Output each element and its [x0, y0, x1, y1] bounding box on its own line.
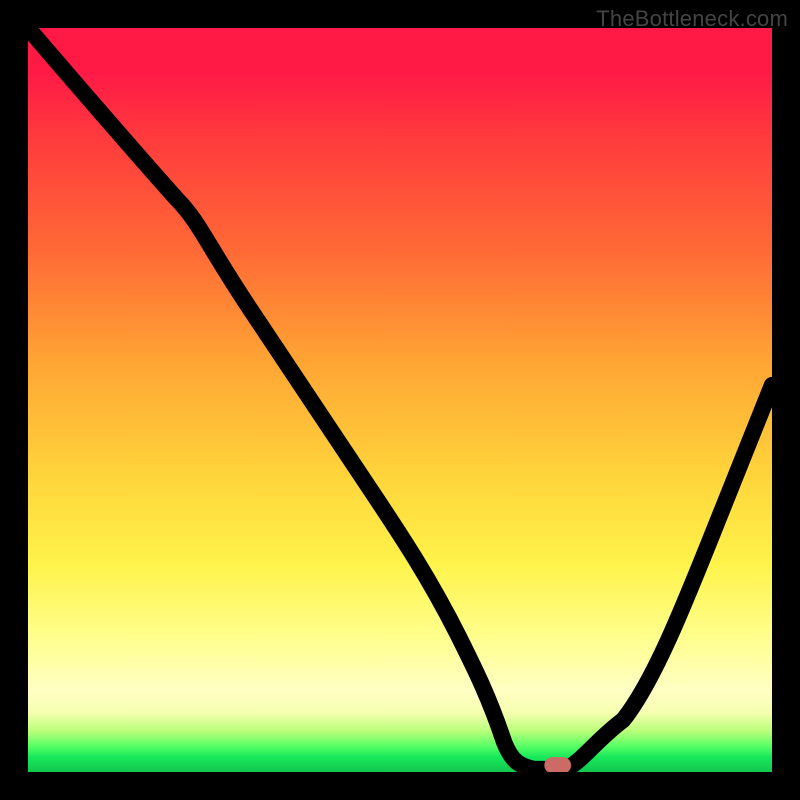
curve-path — [28, 28, 772, 769]
optimal-point-marker — [544, 757, 571, 772]
plot-area — [28, 28, 772, 772]
chart-frame: TheBottleneck.com — [0, 0, 800, 800]
bottleneck-curve — [28, 28, 772, 772]
